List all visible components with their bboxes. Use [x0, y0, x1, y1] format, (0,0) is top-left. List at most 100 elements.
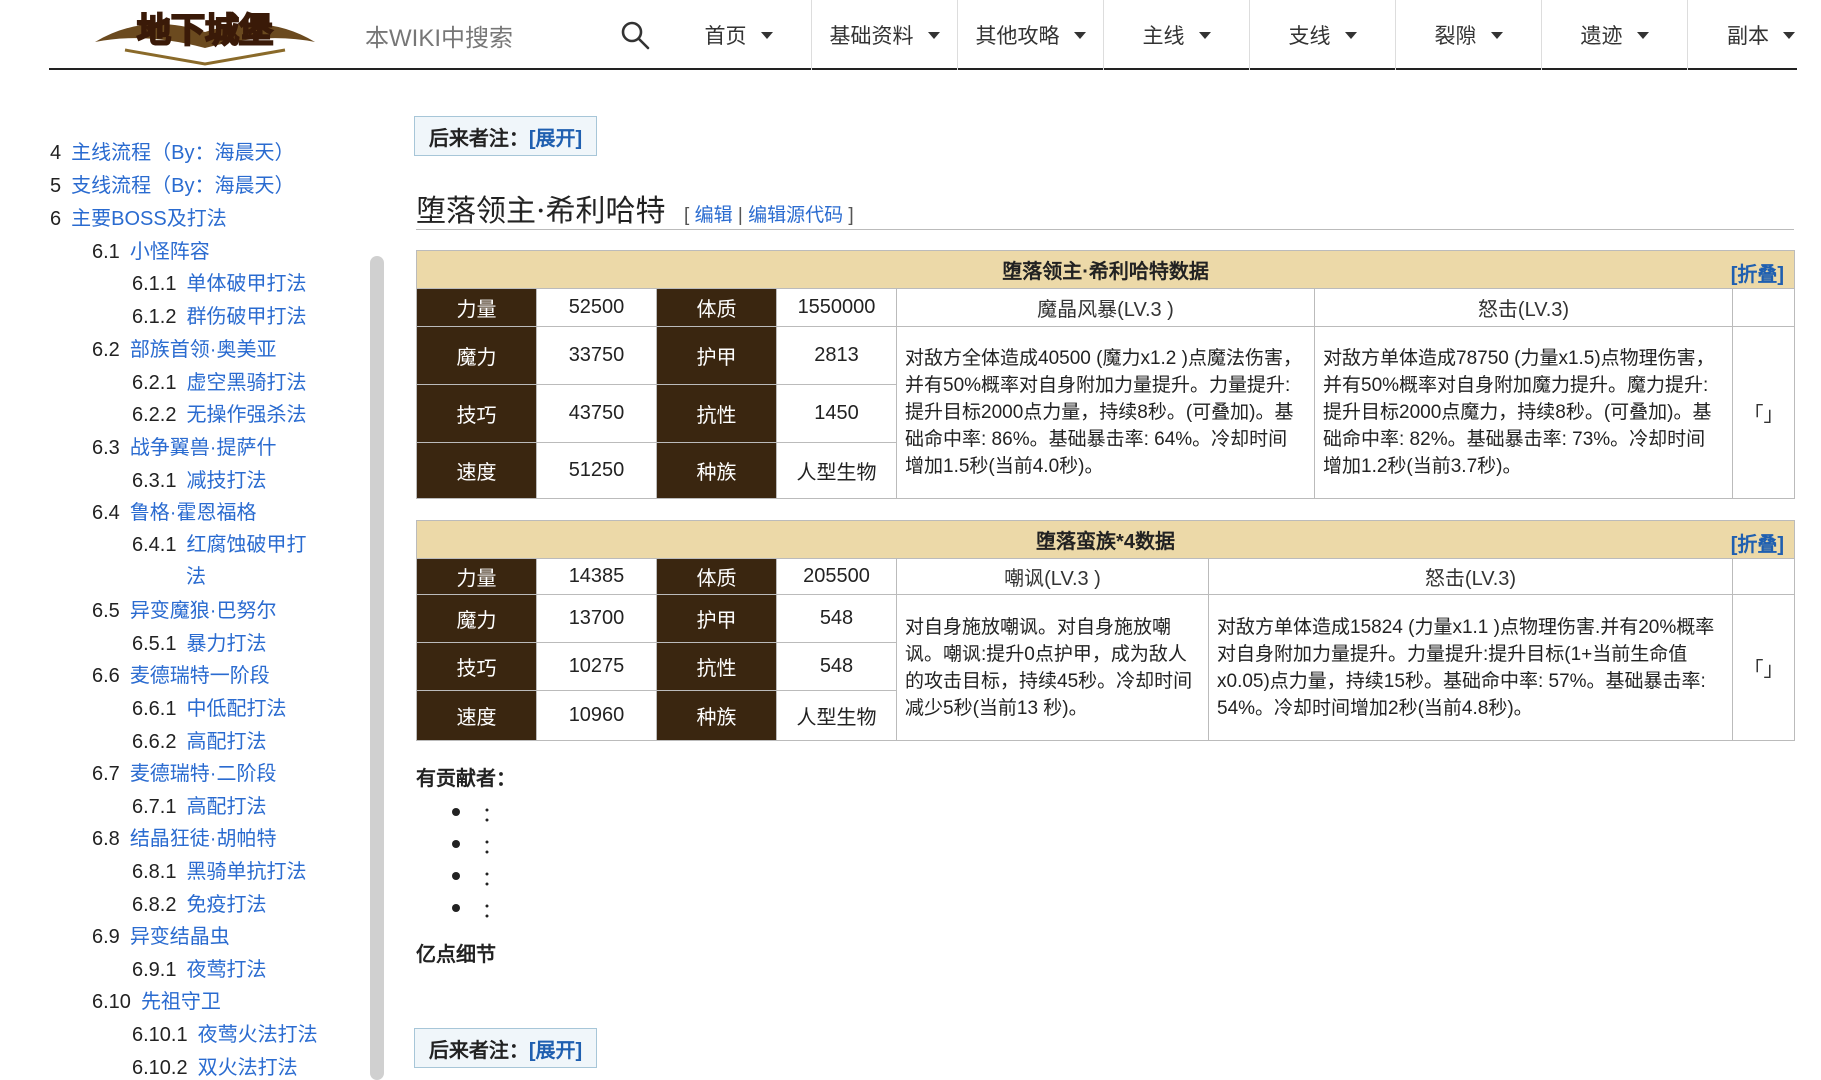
toc-item[interactable]: 6.5 异变魔狼·巴努尔	[92, 594, 276, 623]
edit-source-link[interactable]: 编辑源代码	[748, 205, 843, 226]
toc-link[interactable]: 减技打法	[186, 470, 266, 492]
search-icon[interactable]	[620, 20, 650, 50]
toc-item[interactable]: 6.8.2 免疫打法	[132, 888, 266, 917]
toc-link[interactable]: 麦德瑞特·二阶段	[130, 763, 277, 785]
toc-link[interactable]: 异变结晶虫	[130, 926, 230, 948]
toc-item[interactable]: 6.7 麦德瑞特·二阶段	[92, 757, 276, 786]
toc-link[interactable]: 支线流程（By：海晨天）	[71, 175, 294, 197]
toc-link[interactable]: 双火法打法	[198, 1057, 298, 1079]
chevron-down-icon	[1490, 31, 1503, 39]
toc-item[interactable]: 5 支线流程（By：海晨天）	[50, 169, 294, 198]
search-input[interactable]: 本WIKI中搜索	[365, 18, 513, 53]
toc-item[interactable]: 法	[186, 560, 206, 589]
toc-item[interactable]: 4 主线流程（By：海晨天）	[50, 136, 294, 165]
toc-link[interactable]: 免疫打法	[186, 894, 266, 916]
nav-item-main-quest[interactable]: 主线	[1104, 0, 1250, 70]
toc-link[interactable]: 先祖守卫	[141, 991, 221, 1013]
toc-link[interactable]: 高配打法	[186, 796, 266, 818]
toc-number: 6.3.1	[132, 470, 177, 492]
toc-item[interactable]: 6.4 鲁格·霍恩福格	[92, 496, 256, 525]
toc-link[interactable]: 中低配打法	[186, 698, 286, 720]
toc-item[interactable]: 6.2.2 无操作强杀法	[132, 398, 306, 427]
skill-description: 对自身施放嘲讽。对自身施放嘲讽。嘲讽:提升0点护甲，成为敌人的攻击目标，持续45…	[896, 594, 1209, 741]
toc-link[interactable]: 高配打法	[186, 731, 266, 753]
toc-number: 6.9	[92, 926, 120, 948]
toc-link[interactable]: 无操作强杀法	[186, 404, 306, 426]
skill-title: 嘲讽(LV.3 )	[896, 558, 1209, 595]
toc-link[interactable]: 红腐蚀破甲打	[186, 534, 306, 556]
expand-link[interactable]: [展开]	[529, 1034, 582, 1063]
toc-item[interactable]: 6.7.1 高配打法	[132, 790, 266, 819]
list-item: ：	[452, 796, 502, 828]
toc-number: 6.10.1	[132, 1024, 188, 1046]
minion-data-table: 堕落蛮族*4数据 [折叠] 力量 14385 体质 205500 嘲讽(LV.3 …	[415, 520, 1796, 741]
site-logo[interactable]: 地下城堡	[85, 2, 325, 66]
nav-item-guides[interactable]: 其他攻略	[958, 0, 1104, 70]
toc-link[interactable]: 异变魔狼·巴努尔	[130, 600, 277, 622]
fold-toggle[interactable]: [折叠]	[1731, 528, 1784, 557]
nav-item-basics[interactable]: 基础资料	[812, 0, 958, 70]
toc-item[interactable]: 6.2 部族首领·奥美亚	[92, 333, 276, 362]
chevron-down-icon	[1198, 31, 1211, 39]
search-box[interactable]: 本WIKI中搜索	[365, 0, 513, 70]
stat-label: 魔力	[416, 594, 537, 643]
stat-value: 2813	[776, 326, 897, 385]
toc-link[interactable]: 小怪阵容	[130, 241, 210, 263]
toc-link[interactable]: 结晶狂徒·胡帕特	[130, 828, 277, 850]
main-nav: 首页 基础资料 其他攻略 主线 支线 裂隙 遗迹 副本	[666, 0, 1821, 70]
toc-link[interactable]: 部族首领·奥美亚	[130, 339, 277, 361]
toc-item[interactable]: 6.9.1 夜莺打法	[132, 953, 266, 982]
toc-item[interactable]: 6.10.2 双火法打法	[132, 1051, 298, 1080]
note-box[interactable]: 后来者注： [展开]	[414, 116, 597, 156]
toc-number: 5	[50, 175, 62, 197]
nav-item-rift[interactable]: 裂隙	[1396, 0, 1542, 70]
nav-item-dungeon[interactable]: 副本	[1688, 0, 1821, 70]
toc-item[interactable]: 6.1.2 群伤破甲打法	[132, 300, 306, 329]
toc-item[interactable]: 6.8 结晶狂徒·胡帕特	[92, 822, 276, 851]
toc-link[interactable]: 鲁格·霍恩福格	[130, 502, 257, 524]
toc-link[interactable]: 夜莺打法	[186, 959, 266, 981]
list-item: ：	[452, 828, 502, 860]
toc-item[interactable]: 6.1.1 单体破甲打法	[132, 267, 306, 296]
toc-link[interactable]: 主要BOSS及打法	[71, 208, 227, 230]
toc-link[interactable]: 战争翼兽·提萨什	[130, 437, 277, 459]
toc-item[interactable]: 6.10 先祖守卫	[92, 985, 221, 1014]
toc-number: 6.1.1	[132, 273, 177, 295]
toc-item[interactable]: 6.10.1 夜莺火法打法	[132, 1018, 318, 1047]
toc-item[interactable]: 6.3 战争翼兽·提萨什	[92, 431, 276, 460]
toc-link[interactable]: 麦德瑞特一阶段	[130, 665, 270, 687]
toc-item[interactable]: 6.5.1 暴力打法	[132, 627, 266, 656]
section-heading: 堕落领主·希利哈特 [ 编辑 | 编辑源代码 ]	[416, 186, 1794, 230]
toc-item[interactable]: 6.4.1 红腐蚀破甲打	[132, 528, 306, 557]
toc-link[interactable]: 法	[186, 566, 206, 588]
toc-item[interactable]: 6.9 异变结晶虫	[92, 920, 230, 949]
toc-link[interactable]: 群伤破甲打法	[186, 306, 306, 328]
stat-value: 14385	[536, 558, 657, 595]
stat-value: 1450	[776, 384, 897, 443]
fold-toggle[interactable]: [折叠]	[1731, 258, 1784, 287]
toc-link[interactable]: 虚空黑骑打法	[186, 372, 306, 394]
toc-item[interactable]: 6 主要BOSS及打法	[50, 202, 227, 231]
toc-item[interactable]: 6.8.1 黑骑单抗打法	[132, 855, 306, 884]
toc-link[interactable]: 主线流程（By：海晨天）	[71, 142, 294, 164]
toc-item[interactable]: 6.1 小怪阵容	[92, 235, 210, 264]
nav-item-ruins[interactable]: 遗迹	[1542, 0, 1688, 70]
toc-item[interactable]: 6.2.1 虚空黑骑打法	[132, 366, 306, 395]
toc-scrollbar[interactable]	[370, 256, 384, 1080]
toc-item[interactable]: 6.3.1 减技打法	[132, 464, 266, 493]
toc-item[interactable]: 6.6.2 高配打法	[132, 725, 266, 754]
toc-link[interactable]: 单体破甲打法	[186, 273, 306, 295]
toc-link[interactable]: 暴力打法	[186, 633, 266, 655]
chevron-down-icon	[1636, 31, 1649, 39]
toc-item[interactable]: 6.6 麦德瑞特一阶段	[92, 659, 270, 688]
toc-item[interactable]: 6.6.1 中低配打法	[132, 692, 286, 721]
chevron-down-icon	[1073, 31, 1086, 39]
toc-link[interactable]: 夜莺火法打法	[198, 1024, 318, 1046]
nav-item-side-quest[interactable]: 支线	[1250, 0, 1396, 70]
nav-item-home[interactable]: 首页	[666, 0, 812, 70]
expand-link[interactable]: [展开]	[529, 122, 582, 151]
note-box[interactable]: 后来者注： [展开]	[414, 1028, 597, 1068]
stat-label: 力量	[416, 558, 537, 595]
toc-link[interactable]: 黑骑单抗打法	[186, 861, 306, 883]
edit-link[interactable]: 编辑	[695, 205, 733, 226]
